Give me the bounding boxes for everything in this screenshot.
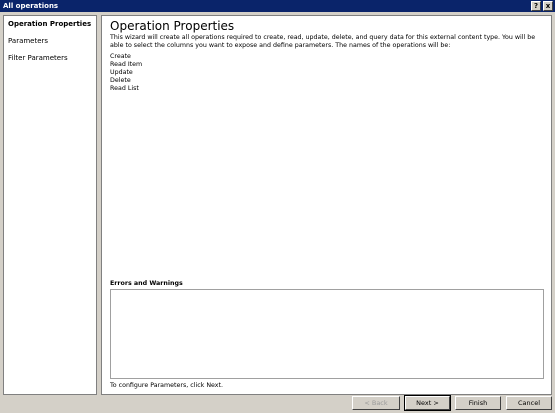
operations-list: Create Read Item Update Delete Read List xyxy=(110,53,142,93)
main-panel: Operation Properties This wizard will cr… xyxy=(101,15,552,395)
title-bar: All operations xyxy=(0,0,555,12)
wizard-nav: Operation Properties Parameters Filter P… xyxy=(3,15,97,395)
page-title: Operation Properties xyxy=(110,19,235,33)
help-icon: ? xyxy=(533,2,539,10)
window-title: All operations xyxy=(3,2,59,10)
close-icon: x xyxy=(545,2,551,10)
operation-item: Update xyxy=(110,69,133,76)
nav-item-parameters[interactable]: Parameters xyxy=(8,37,48,45)
nav-item-filter-parameters[interactable]: Filter Parameters xyxy=(8,54,68,62)
back-button[interactable]: < Back xyxy=(352,396,400,410)
next-button[interactable]: Next > xyxy=(404,395,451,411)
operation-item: Delete xyxy=(110,77,131,84)
operation-item: Create xyxy=(110,53,131,60)
hint-text: To configure Parameters, click Next. xyxy=(110,382,224,389)
nav-item-operation-properties[interactable]: Operation Properties xyxy=(8,20,91,28)
close-button[interactable]: x xyxy=(543,1,553,11)
errors-warnings-label: Errors and Warnings xyxy=(110,280,183,287)
cancel-button[interactable]: Cancel xyxy=(506,396,552,410)
operation-item: Read List xyxy=(110,85,139,92)
operation-item: Read Item xyxy=(110,61,143,68)
errors-warnings-box[interactable] xyxy=(110,289,544,379)
finish-button[interactable]: Finish xyxy=(455,396,501,410)
description-text: This wizard will create all operations r… xyxy=(110,34,536,49)
help-button[interactable]: ? xyxy=(531,1,541,11)
